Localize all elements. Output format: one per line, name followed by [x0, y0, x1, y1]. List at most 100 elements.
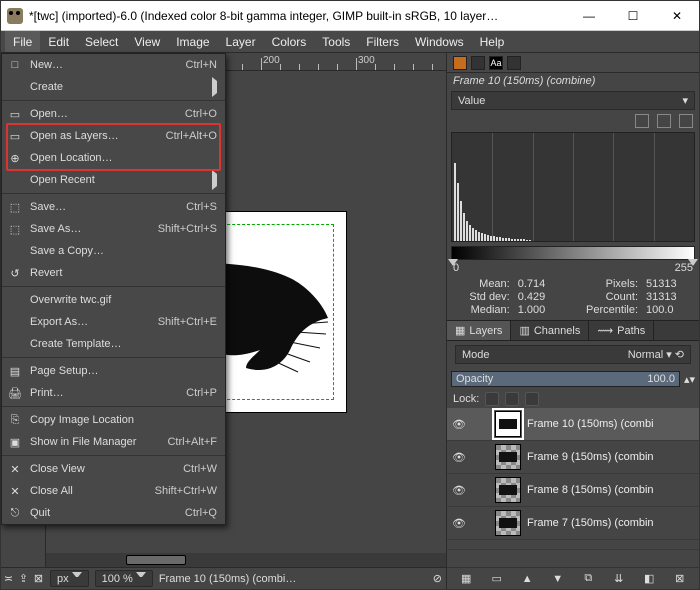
app-window: *[twc] (imported)-6.0 (Indexed color 8-b…: [0, 0, 700, 590]
file-open-recent[interactable]: Open Recent: [2, 169, 225, 191]
file-quit-shortcut: Ctrl+Q: [147, 507, 217, 519]
hist-reset-icon[interactable]: [679, 114, 693, 128]
menu-filters[interactable]: Filters: [358, 31, 407, 52]
menu-image[interactable]: Image: [168, 31, 217, 52]
file-print[interactable]: 🖨Print…Ctrl+P: [2, 382, 225, 404]
brush-icon[interactable]: [471, 56, 485, 70]
layer-thumbnail[interactable]: [495, 411, 521, 437]
layer-visibility-icon[interactable]: 👁: [451, 482, 467, 498]
layer-mode-select[interactable]: Mode Normal ▾ ⟲: [455, 345, 691, 364]
opacity-slider[interactable]: Opacity100.0 ▴▾: [451, 370, 695, 388]
hist-log-icon[interactable]: [657, 114, 671, 128]
file-save-label: Save…: [30, 201, 66, 213]
tab-icon: ▦: [455, 324, 465, 337]
file-copy-location[interactable]: ⎘Copy Image Location: [2, 409, 225, 431]
layer-delete-icon[interactable]: ⊠: [673, 572, 687, 586]
lock-alpha-icon[interactable]: [525, 392, 539, 406]
file-close-view[interactable]: ✕Close ViewCtrl+W: [2, 458, 225, 480]
layer-visibility-icon[interactable]: 👁: [451, 449, 467, 465]
footer-icon-close[interactable]: ⊠: [32, 572, 46, 586]
dock-tab-paths[interactable]: ⟿Paths: [589, 321, 654, 340]
range-handle-left[interactable]: [448, 259, 458, 266]
file-print-icon: 🖨: [8, 386, 22, 400]
dock-tab-layers[interactable]: ▦Layers: [447, 321, 511, 340]
layer-row[interactable]: 👁Frame 10 (150ms) (combi: [447, 408, 699, 441]
canvas-scrollbar-h[interactable]: [46, 553, 446, 567]
file-save-as[interactable]: ⬚Save As…Shift+Ctrl+S: [2, 218, 225, 240]
file-new[interactable]: □New…Ctrl+N: [2, 54, 225, 76]
file-revert[interactable]: ↺Revert: [2, 262, 225, 284]
ruler-label: 300: [358, 55, 375, 66]
layer-up-icon[interactable]: ▲: [520, 572, 534, 586]
file-show-in-fm[interactable]: ▣Show in File ManagerCtrl+Alt+F: [2, 431, 225, 453]
layers-list: 👁Frame 10 (150ms) (combi👁Frame 9 (150ms)…: [447, 408, 699, 567]
file-close-all[interactable]: ✕Close AllShift+Ctrl+W: [2, 480, 225, 502]
menu-view[interactable]: View: [126, 31, 168, 52]
file-create-icon: [8, 80, 22, 94]
file-open-location[interactable]: ⊕Open Location…: [2, 147, 225, 169]
file-quit[interactable]: ⎋QuitCtrl+Q: [2, 502, 225, 524]
tab-icon: ▥: [519, 324, 529, 337]
menu-help[interactable]: Help: [472, 31, 513, 52]
menu-windows[interactable]: Windows: [407, 31, 472, 52]
submenu-arrow-icon: [212, 77, 217, 97]
font-icon[interactable]: Aa: [489, 56, 503, 70]
file-save[interactable]: ⬚Save…Ctrl+S: [2, 196, 225, 218]
file-create-template[interactable]: Create Template…: [2, 333, 225, 355]
file-create[interactable]: Create: [2, 76, 225, 98]
file-save-copy[interactable]: Save a Copy…: [2, 240, 225, 262]
menu-tools[interactable]: Tools: [314, 31, 358, 52]
menu-file[interactable]: File: [5, 31, 40, 52]
file-export-as[interactable]: Export As…Shift+Ctrl+E: [2, 311, 225, 333]
close-button[interactable]: ✕: [655, 1, 699, 31]
layer-merge-icon[interactable]: ⇊: [612, 572, 626, 586]
layer-thumbnail[interactable]: [495, 444, 521, 470]
histogram-channel-select[interactable]: Value▾: [451, 91, 695, 110]
file-open-shortcut: Ctrl+O: [147, 108, 217, 120]
status-zoom-select[interactable]: 100 %: [95, 570, 153, 587]
file-open-recent-icon: [8, 173, 22, 187]
status-cancel-icon[interactable]: ⊘: [433, 572, 442, 585]
layer-row[interactable]: 👁Frame 9 (150ms) (combin: [447, 441, 699, 474]
range-handle-right[interactable]: [688, 259, 698, 266]
layer-row[interactable]: 👁Frame 7 (150ms) (combin: [447, 507, 699, 540]
file-open-layers[interactable]: ▭Open as Layers…Ctrl+Alt+O: [2, 125, 225, 147]
lock-pixels-icon[interactable]: [485, 392, 499, 406]
lock-position-icon[interactable]: [505, 392, 519, 406]
layer-thumbnail[interactable]: [495, 477, 521, 503]
layer-down-icon[interactable]: ▼: [551, 572, 565, 586]
file-overwrite[interactable]: Overwrite twc.gif: [2, 289, 225, 311]
dock-tab-channels[interactable]: ▥Channels: [511, 321, 589, 340]
layer-new-icon[interactable]: ▦: [459, 572, 473, 586]
layer-dup-icon[interactable]: ⧉: [581, 572, 595, 586]
tool-preset-icon[interactable]: [453, 56, 467, 70]
menu-edit[interactable]: Edit: [40, 31, 77, 52]
file-open[interactable]: ▭Open…Ctrl+O: [2, 103, 225, 125]
file-page-setup[interactable]: ▤Page Setup…: [2, 360, 225, 382]
menu-layer[interactable]: Layer: [218, 31, 264, 52]
footer-icon-1[interactable]: ≍: [2, 572, 16, 586]
layer-thumbnail[interactable]: [495, 510, 521, 536]
file-save-as-label: Save As…: [30, 223, 81, 235]
file-print-shortcut: Ctrl+P: [147, 387, 217, 399]
layer-visibility-icon[interactable]: 👁: [451, 416, 467, 432]
histogram-range-slider[interactable]: [451, 246, 695, 260]
menu-select[interactable]: Select: [77, 31, 126, 52]
layer-group-icon[interactable]: ▭: [490, 572, 504, 586]
file-quit-icon: ⎋: [8, 506, 22, 520]
histogram: [451, 132, 695, 242]
file-new-icon: □: [8, 58, 22, 72]
file-page-setup-icon: ▤: [8, 364, 22, 378]
footer-icon-2[interactable]: ⇪: [17, 572, 31, 586]
menu-colors[interactable]: Colors: [264, 31, 315, 52]
layer-visibility-icon[interactable]: 👁: [451, 515, 467, 531]
document-history-icon[interactable]: [507, 56, 521, 70]
status-unit-select[interactable]: px: [50, 570, 89, 587]
file-copy-location-icon: ⎘: [8, 413, 22, 427]
minimize-button[interactable]: ―: [567, 1, 611, 31]
maximize-button[interactable]: ☐: [611, 1, 655, 31]
layer-mask-icon[interactable]: ◧: [642, 572, 656, 586]
hist-linear-icon[interactable]: [635, 114, 649, 128]
layer-row[interactable]: 👁Frame 8 (150ms) (combin: [447, 474, 699, 507]
layer-row[interactable]: [447, 540, 699, 550]
